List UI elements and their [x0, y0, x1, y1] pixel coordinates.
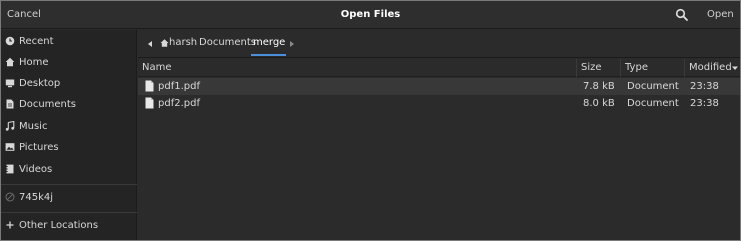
file-type: Document	[627, 98, 679, 109]
sort-down-icon[interactable]	[731, 63, 739, 76]
file-modified: 23:38	[690, 81, 719, 92]
plus-icon	[5, 220, 15, 230]
sidebar-item-label: Videos	[19, 164, 53, 175]
chevron-left-icon[interactable]	[146, 37, 154, 51]
breadcrumb-merge[interactable]: merge	[253, 37, 285, 51]
dialog-title: Open Files	[340, 9, 401, 20]
current-folder-indicator	[251, 54, 286, 56]
column-header-row: Name Size Type Modified	[138, 59, 740, 77]
sidebar-item-recent[interactable]: Recent	[1, 32, 137, 52]
desktop-icon	[5, 78, 15, 88]
column-separator	[576, 59, 577, 77]
chevron-right-icon[interactable]	[288, 37, 296, 51]
sidebar-separator	[1, 212, 137, 213]
path-bar: harsh Documents merge	[138, 30, 740, 58]
file-chooser-window: Cancel Open Files Open Recent Home Deskt…	[0, 0, 741, 241]
sidebar-item-label: Home	[19, 57, 49, 68]
file-size: 8.0 kB	[583, 98, 615, 109]
sidebar-item-label: Music	[19, 121, 48, 132]
sidebar-item-pictures[interactable]: Pictures	[1, 138, 137, 158]
file-row-pdf1[interactable]: pdf1.pdf 7.8 kB Document 23:38	[138, 78, 740, 95]
breadcrumb-label: harsh	[169, 37, 198, 48]
column-header-name[interactable]: Name	[142, 62, 172, 73]
file-icon	[145, 80, 154, 92]
drive-icon	[5, 192, 15, 202]
search-icon[interactable]	[675, 8, 689, 22]
sidebar-item-device[interactable]: 745k4j	[1, 188, 137, 208]
home-icon	[160, 38, 169, 51]
sidebar-item-home[interactable]: Home	[1, 53, 137, 73]
clock-icon	[5, 36, 15, 46]
cancel-button[interactable]: Cancel	[7, 9, 41, 20]
file-type: Document	[627, 81, 679, 92]
places-sidebar: Recent Home Desktop Documents Music Pict…	[1, 30, 137, 240]
sidebar-item-music[interactable]: Music	[1, 117, 137, 137]
sidebar-item-label: 745k4j	[19, 192, 54, 203]
sidebar-item-documents[interactable]: Documents	[1, 95, 137, 115]
column-separator	[620, 59, 621, 77]
file-name: pdf2.pdf	[158, 98, 200, 109]
document-icon	[5, 99, 15, 109]
sidebar-item-label: Desktop	[19, 78, 61, 89]
breadcrumb-documents[interactable]: Documents	[199, 37, 256, 51]
breadcrumb-home[interactable]: harsh	[160, 37, 197, 51]
open-button[interactable]: Open	[707, 9, 734, 20]
file-name: pdf1.pdf	[158, 81, 200, 92]
breadcrumb-label: Documents	[199, 37, 257, 48]
header-bar: Cancel Open Files Open	[1, 1, 740, 29]
sidebar-separator	[1, 184, 137, 185]
breadcrumb-label: merge	[253, 37, 286, 48]
music-icon	[5, 121, 15, 131]
file-list: Name Size Type Modified pdf1.pdf 7.8 kB …	[138, 59, 740, 240]
home-icon	[5, 57, 15, 67]
column-header-size[interactable]: Size	[581, 62, 602, 73]
sidebar-item-desktop[interactable]: Desktop	[1, 74, 137, 94]
sidebar-item-label: Pictures	[19, 142, 59, 153]
video-icon	[5, 164, 15, 174]
sidebar-item-other-locations[interactable]: Other Locations	[1, 216, 137, 236]
file-modified: 23:38	[690, 98, 719, 109]
column-header-type[interactable]: Type	[625, 62, 648, 73]
column-header-modified[interactable]: Modified	[689, 62, 732, 73]
file-size: 7.8 kB	[583, 81, 615, 92]
column-separator	[684, 59, 685, 77]
sidebar-item-label: Other Locations	[19, 220, 99, 231]
file-icon	[145, 97, 154, 109]
sidebar-item-videos[interactable]: Videos	[1, 160, 137, 180]
picture-icon	[5, 142, 15, 152]
sidebar-item-label: Documents	[19, 99, 77, 110]
file-row-pdf2[interactable]: pdf2.pdf 8.0 kB Document 23:38	[138, 95, 740, 112]
sidebar-item-label: Recent	[19, 36, 54, 47]
